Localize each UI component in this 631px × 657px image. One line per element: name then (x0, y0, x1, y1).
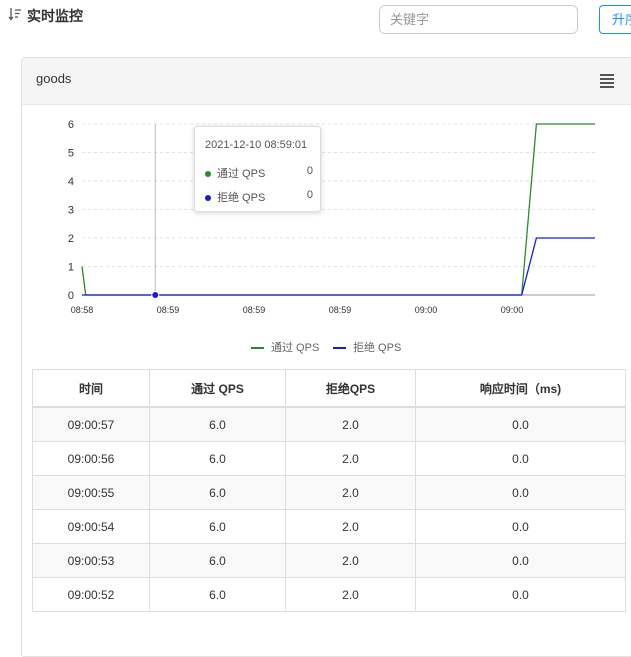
tooltip-value: 0 (306, 189, 313, 201)
table-cell: 0.0 (415, 441, 626, 476)
table-cell: 09:00:53 (32, 543, 150, 578)
table-cell: 6.0 (149, 577, 286, 612)
y-tick-label: 3 (68, 205, 74, 217)
y-tick-label: 6 (68, 119, 74, 131)
dot-icon (205, 171, 211, 178)
table-cell: 2.0 (285, 577, 416, 612)
x-tick-label: 08:59 (243, 305, 266, 315)
table-cell: 0.0 (415, 509, 626, 544)
table-cell: 6.0 (149, 543, 286, 578)
table-cell: 2.0 (285, 441, 416, 476)
legend-line-icon (333, 347, 346, 350)
table-row: 09:00:54 6.0 2.0 0.0 (32, 509, 626, 544)
series-line-block-qps (82, 237, 595, 296)
table-cell: 09:00:57 (32, 406, 150, 442)
table-cell: 0.0 (415, 543, 626, 578)
x-tick-label: 08:59 (329, 305, 352, 315)
table-cell: 6.0 (149, 406, 286, 442)
y-tick-label: 0 (68, 290, 74, 302)
table-cell: 09:00:56 (32, 441, 150, 476)
x-tick-label: 09:00 (501, 305, 524, 315)
y-tick-label: 4 (68, 176, 74, 188)
y-tick-label: 2 (68, 233, 74, 245)
table-cell: 2.0 (285, 543, 416, 578)
x-tick-label: 09:00 (415, 305, 438, 315)
column-header: 响应时间（ms) (415, 369, 626, 408)
legend-label: 通过 QPS (271, 342, 320, 354)
table-cell: 09:00:54 (32, 509, 150, 544)
tooltip-label: 通过 QPS (217, 168, 266, 180)
table-cell: 0.0 (415, 475, 626, 510)
column-header: 拒绝QPS (285, 369, 416, 408)
cursor-point (151, 291, 160, 299)
table-row: 09:00:56 6.0 2.0 0.0 (32, 441, 626, 476)
table-row: 09:00:53 6.0 2.0 0.0 (32, 543, 626, 578)
table-cell: 6.0 (149, 441, 286, 476)
tooltip-row-block: 拒绝 QPS 0 (205, 189, 313, 205)
table-cell: 09:00:55 (32, 475, 150, 510)
tooltip-value: 0 (306, 165, 313, 177)
table-cell: 09:00:52 (32, 577, 150, 612)
legend-label: 拒绝 QPS (353, 342, 402, 354)
table-row: 09:00:52 6.0 2.0 0.0 (32, 577, 626, 612)
table-cell: 2.0 (285, 475, 416, 510)
series-line-pass-qps (81, 123, 595, 296)
table-cell: 6.0 (149, 475, 286, 510)
column-header: 通过 QPS (149, 369, 286, 408)
chart-tooltip: 2021-12-10 08:59:01 通过 QPS 0 拒绝 QPS 0 (194, 126, 321, 212)
table-cell: 2.0 (285, 406, 416, 442)
y-tick-label: 5 (68, 148, 74, 160)
y-tick-label: 1 (68, 262, 74, 274)
x-tick-label: 08:58 (71, 305, 94, 315)
dot-icon (205, 195, 211, 202)
legend-line-icon (251, 347, 264, 350)
column-header: 时间 (32, 369, 150, 408)
legend-item-pass-qps[interactable]: 通过 QPS (251, 339, 319, 355)
table-cell: 0.0 (415, 406, 626, 442)
legend-item-block-qps[interactable]: 拒绝 QPS (333, 339, 401, 355)
metrics-table: 时间 通过 QPS 拒绝QPS 响应时间（ms) 09:00:57 6.0 2.0 0.0 0… (32, 369, 626, 612)
tooltip-time: 2021-12-10 08:59:01 (205, 139, 308, 151)
table-cell: 2.0 (285, 509, 416, 544)
x-tick-label: 08:59 (157, 305, 180, 315)
tooltip-row-pass: 通过 QPS 0 (205, 165, 313, 181)
table-row: 09:00:57 6.0 2.0 0.0 (32, 406, 626, 442)
table-row: 09:00:55 6.0 2.0 0.0 (32, 475, 626, 510)
table-cell: 0.0 (415, 577, 626, 612)
table-cell: 6.0 (149, 509, 286, 544)
tooltip-label: 拒绝 QPS (217, 192, 266, 204)
